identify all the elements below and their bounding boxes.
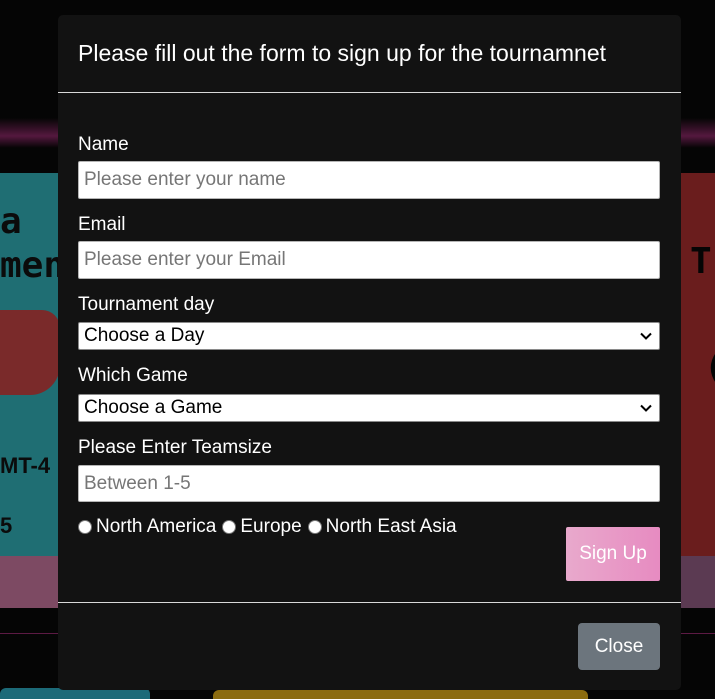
name-label: Name	[78, 134, 129, 155]
region-radio-north-east-asia[interactable]	[307, 520, 322, 534]
region-label-north-east-asia: North East Asia	[325, 516, 457, 537]
chevron-down-icon	[640, 404, 652, 412]
signup-modal: Please fill out the form to sign up for …	[58, 15, 681, 690]
chevron-down-icon	[640, 332, 652, 340]
background-text: (	[704, 350, 715, 386]
background-text: MT-4	[0, 453, 51, 478]
close-button[interactable]: Close	[578, 623, 660, 670]
background-card-bottom-middle	[213, 690, 588, 699]
modal-footer: Close	[58, 602, 681, 690]
region-radio-north-america[interactable]	[78, 520, 92, 534]
background-card-left-graphic	[0, 310, 60, 395]
tournament-day-selected: Choose a Day	[84, 325, 205, 346]
teamsize-label: Please Enter Teamsize	[78, 437, 272, 458]
region-radio-group: North America Europe North East Asia	[78, 515, 463, 539]
modal-header: Please fill out the form to sign up for …	[58, 15, 681, 93]
background-text: 5	[0, 513, 13, 538]
name-input[interactable]	[78, 161, 660, 199]
signup-form: Name Email Tournament day Choose a Day W…	[78, 94, 660, 602]
email-label: Email	[78, 214, 126, 235]
teamsize-input[interactable]	[78, 465, 660, 502]
tournament-day-select[interactable]: Choose a Day	[78, 322, 660, 350]
background-card-right-footer	[681, 556, 715, 608]
game-select[interactable]: Choose a Game	[78, 394, 660, 422]
background-text: T	[690, 241, 712, 282]
game-selected: Choose a Game	[84, 397, 223, 418]
background-text: men	[0, 245, 66, 286]
background-text: a	[0, 201, 22, 242]
game-label: Which Game	[78, 365, 188, 386]
background-card-left-footer	[0, 556, 60, 608]
email-input[interactable]	[78, 241, 660, 279]
region-label-europe: Europe	[240, 516, 302, 537]
tournament-day-label: Tournament day	[78, 294, 215, 315]
region-label-north-america: North America	[96, 516, 217, 537]
modal-title: Please fill out the form to sign up for …	[78, 40, 607, 66]
sign-up-button[interactable]: Sign Up	[566, 527, 660, 581]
region-radio-europe[interactable]	[222, 520, 237, 534]
